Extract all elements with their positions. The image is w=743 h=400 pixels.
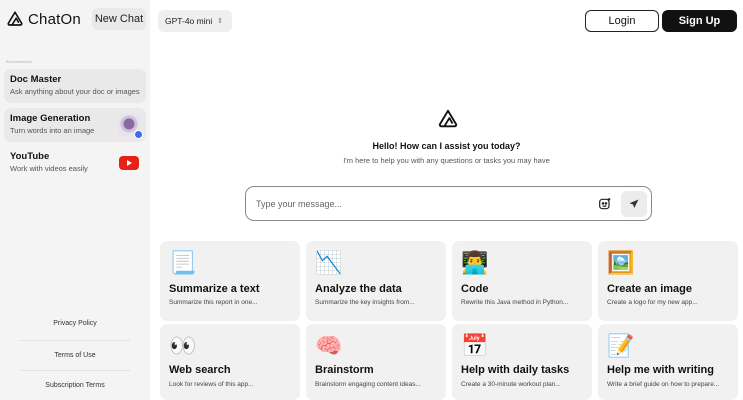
- suggestion-card-code[interactable]: 👨‍💻 Code Rewrite this Java method in Pyt…: [452, 241, 592, 321]
- brand-name: ChatOn: [28, 10, 81, 28]
- divider: [20, 340, 130, 341]
- card-title: Brainstorm: [315, 364, 374, 376]
- send-button[interactable]: [621, 191, 647, 217]
- sidebar: ChatOn New Chat Recommended Doc Master A…: [0, 0, 150, 400]
- login-button[interactable]: Login: [585, 10, 659, 32]
- framed-picture-icon: 🖼️: [607, 250, 635, 275]
- bot-subtitle: Ask anything about your doc or images: [10, 87, 140, 96]
- card-title: Create an image: [607, 283, 692, 295]
- card-subtitle: Create a 30-minute workout plan...: [461, 381, 561, 388]
- subscription-terms-link[interactable]: Subscription Terms: [0, 382, 150, 389]
- technologist-icon: 👨‍💻: [461, 250, 489, 275]
- suggestion-card-create-image[interactable]: 🖼️ Create an image Create a logo for my …: [598, 241, 738, 321]
- message-composer: [245, 186, 652, 221]
- card-title: Help me with writing: [607, 364, 714, 376]
- attach-image-icon[interactable]: [597, 196, 613, 212]
- eyes-icon: 👀: [169, 333, 197, 358]
- send-icon: [629, 199, 639, 208]
- privacy-policy-link[interactable]: Privacy Policy: [0, 320, 150, 327]
- card-subtitle: Summarize this report in one...: [169, 299, 258, 306]
- card-subtitle: Write a brief guide on how to prepare...: [607, 381, 720, 388]
- card-subtitle: Brainstorm engaging content ideas...: [315, 381, 421, 388]
- calendar-icon: 📅: [461, 333, 489, 358]
- signup-button[interactable]: Sign Up: [662, 10, 737, 32]
- suggestion-card-brainstorm[interactable]: 🧠 Brainstorm Brainstorm engaging content…: [306, 324, 446, 400]
- model-selector[interactable]: GPT-4o mini ⇕: [158, 10, 232, 32]
- model-label: GPT-4o mini: [165, 16, 213, 26]
- chevron-updown-icon: ⇕: [217, 18, 224, 25]
- chaton-logo-icon: [7, 11, 23, 26]
- hero-subtitle: I'm here to help you with any questions …: [343, 156, 550, 165]
- card-subtitle: Rewrite this Java method in Python...: [461, 299, 569, 306]
- sidebar-item-doc-master[interactable]: Doc Master Ask anything about your doc o…: [4, 69, 146, 103]
- card-title: Summarize a text: [169, 283, 260, 295]
- image-generation-thumb-icon: [118, 114, 143, 139]
- sidebar-item-youtube[interactable]: YouTube Work with videos easily: [4, 146, 146, 180]
- message-input[interactable]: [256, 196, 576, 212]
- sidebar-item-image-generation[interactable]: Image Generation Turn words into an imag…: [4, 108, 146, 142]
- divider: [20, 370, 130, 371]
- suggestion-card-writing[interactable]: 📝 Help me with writing Write a brief gui…: [598, 324, 738, 400]
- document-icon: 📃: [169, 250, 197, 275]
- card-subtitle: Create a logo for my new app...: [607, 299, 698, 306]
- brain-icon: 🧠: [315, 333, 343, 358]
- section-label: Recommended: [6, 60, 32, 64]
- bot-title: Doc Master: [10, 74, 62, 85]
- brand[interactable]: ChatOn: [6, 10, 81, 28]
- card-title: Code: [461, 283, 489, 295]
- card-title: Analyze the data: [315, 283, 402, 295]
- card-subtitle: Look for reviews of this app...: [169, 381, 254, 388]
- suggestion-card-daily-tasks[interactable]: 📅 Help with daily tasks Create a 30-minu…: [452, 324, 592, 400]
- card-title: Help with daily tasks: [461, 364, 570, 376]
- suggestion-card-analyze[interactable]: 📉 Analyze the data Summarize the key ins…: [306, 241, 446, 321]
- terms-of-use-link[interactable]: Terms of Use: [0, 352, 150, 359]
- chart-decreasing-icon: 📉: [315, 250, 343, 275]
- card-subtitle: Summarize the key insights from...: [315, 299, 415, 306]
- chaton-logo-icon: [438, 109, 458, 128]
- youtube-icon: [118, 152, 140, 174]
- card-title: Web search: [169, 364, 231, 376]
- suggestion-card-summarize[interactable]: 📃 Summarize a text Summarize this report…: [160, 241, 300, 321]
- suggestion-card-web-search[interactable]: 👀 Web search Look for reviews of this ap…: [160, 324, 300, 400]
- badge-dot-icon: [134, 130, 143, 139]
- new-chat-button[interactable]: New Chat: [92, 8, 146, 30]
- hero-title: Hello! How can I assist you today?: [372, 141, 521, 151]
- memo-icon: 📝: [607, 333, 635, 358]
